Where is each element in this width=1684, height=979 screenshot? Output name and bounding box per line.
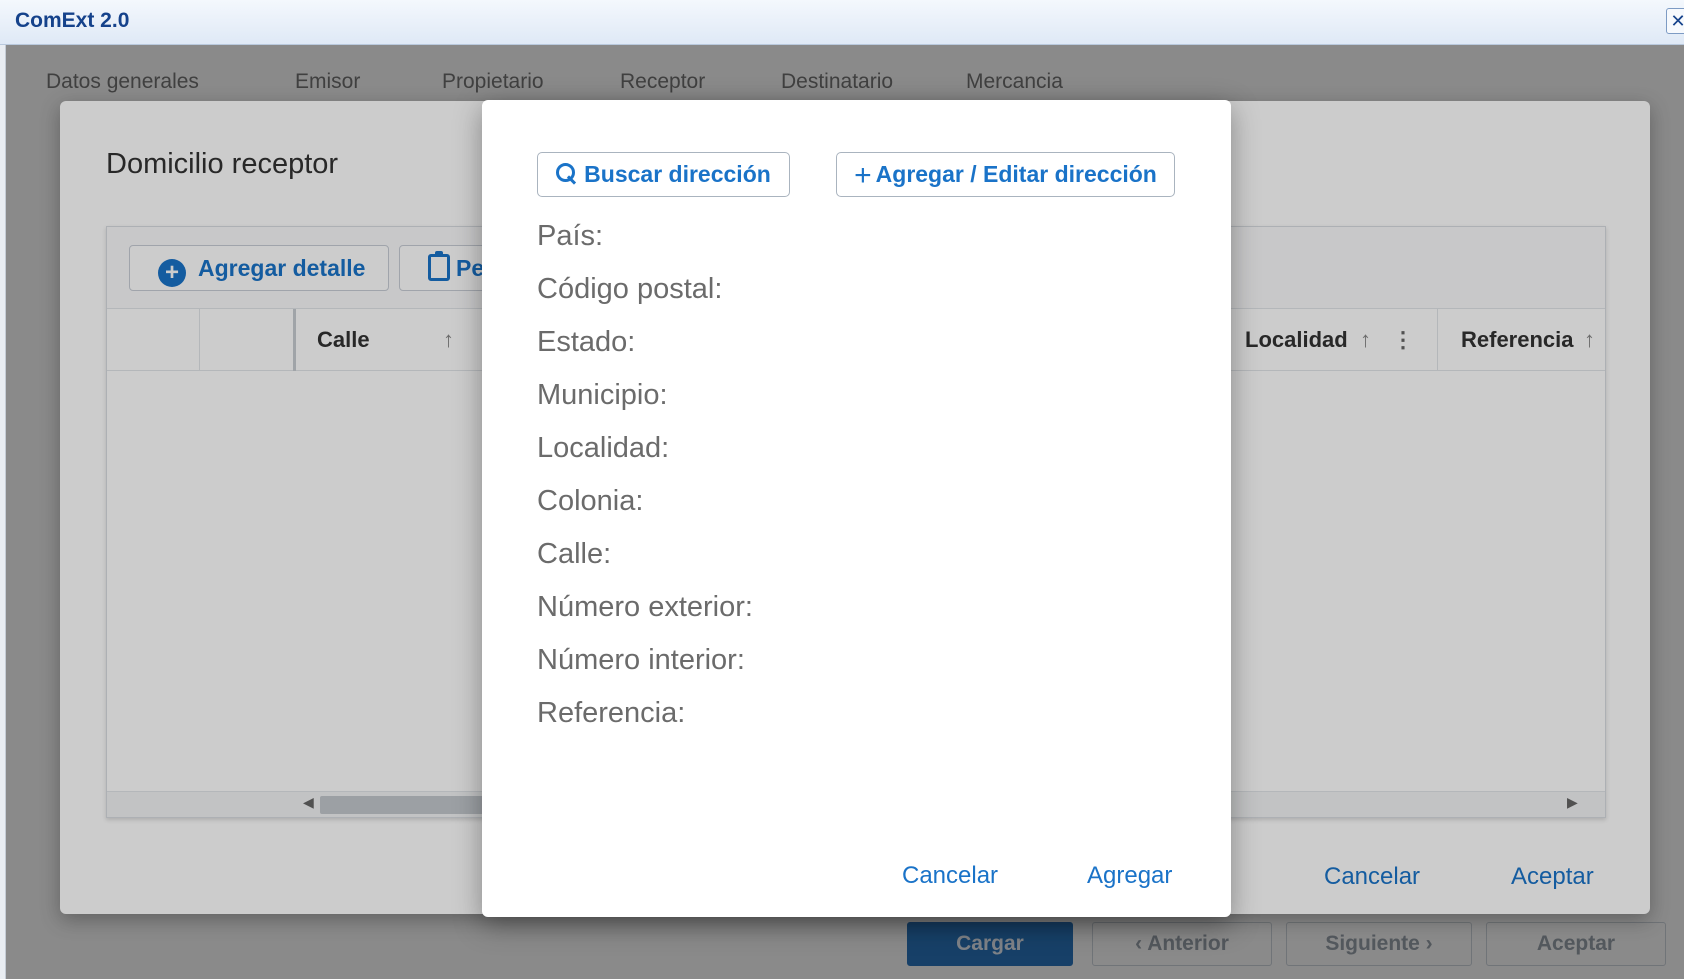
window-title: ComExt 2.0 [15, 9, 130, 32]
field-label-estado: Estado: [537, 326, 636, 358]
agregar-editar-direccion-label: Agregar / Editar dirección [875, 161, 1157, 187]
buscar-direccion-label: Buscar dirección [584, 161, 771, 187]
buscar-direccion-button[interactable]: Buscar dirección [537, 152, 790, 197]
agregar-editar-direccion-button[interactable]: + Agregar / Editar dirección [836, 152, 1175, 197]
field-label-codigo-postal: Código postal: [537, 273, 723, 305]
close-icon[interactable]: ✕ [1666, 8, 1684, 34]
field-label-numero-exterior: Número exterior: [537, 591, 753, 623]
field-label-localidad: Localidad: [537, 432, 670, 464]
field-label-colonia: Colonia: [537, 485, 644, 517]
field-label-municipio: Municipio: [537, 379, 668, 411]
search-icon [556, 163, 578, 185]
field-label-referencia: Referencia: [537, 697, 686, 729]
app-window: ComExt 2.0 ✕ Datos generales Emisor Prop… [0, 0, 1684, 979]
field-label-calle: Calle: [537, 538, 612, 570]
title-bar: ComExt 2.0 ✕ [0, 0, 1684, 45]
address-add-button[interactable]: Agregar [1087, 862, 1172, 890]
field-label-pais: País: [537, 220, 604, 252]
plus-icon: + [854, 159, 872, 192]
address-cancel-button[interactable]: Cancelar [902, 862, 998, 890]
field-label-numero-interior: Número interior: [537, 644, 745, 676]
address-dialog: Buscar dirección + Agregar / Editar direc… [482, 100, 1231, 917]
